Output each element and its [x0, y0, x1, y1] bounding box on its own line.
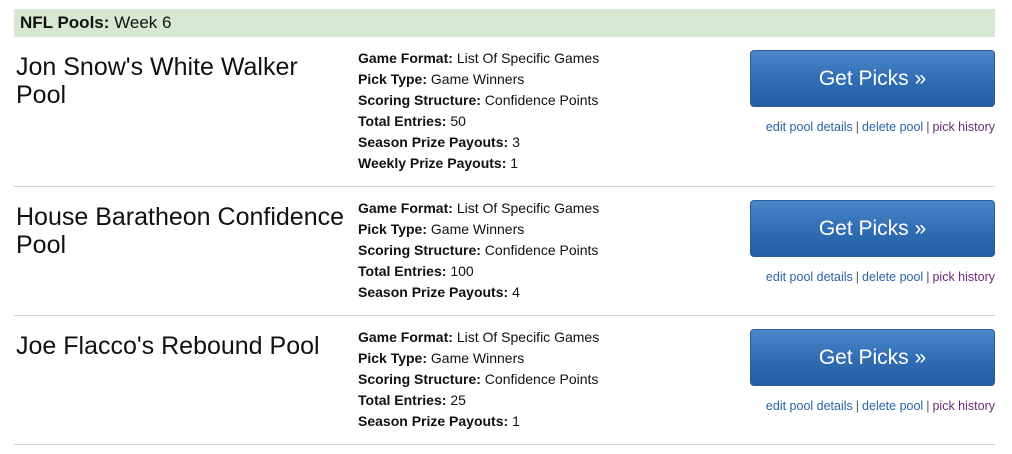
pools-header: NFL Pools: Week 6: [14, 9, 995, 37]
row-divider: [14, 444, 995, 445]
pool-name: Jon Snow's White Walker Pool: [16, 53, 298, 109]
pool-name: House Baratheon Confidence Pool: [16, 203, 345, 259]
detail-pick-type: Pick Type: Game Winners: [358, 221, 525, 237]
detail-total-entries: Total Entries: 25: [358, 392, 466, 408]
pick-history-link[interactable]: pick history: [932, 399, 995, 413]
detail-pick-type: Pick Type: Game Winners: [358, 71, 525, 87]
header-label: NFL Pools:: [20, 13, 110, 32]
detail-scoring-structure: Scoring Structure: Confidence Points: [358, 242, 599, 258]
pool-links: edit pool details | delete pool | pick histo…: [765, 270, 995, 284]
get-picks-button[interactable]: Get Picks »: [750, 50, 995, 107]
delete-pool-link[interactable]: delete pool: [862, 120, 923, 134]
pick-history-link[interactable]: pick history: [932, 120, 995, 134]
detail-scoring-structure: Scoring Structure: Confidence Points: [358, 371, 599, 387]
pool-details: Game Format: List Of Specific Games Pick…: [358, 198, 678, 303]
pool-details: Game Format: List Of Specific Games Pick…: [358, 327, 678, 432]
pool-links: edit pool details | delete pool | pick histo…: [765, 399, 995, 413]
header-week: Week 6: [114, 13, 172, 32]
detail-season-prize-payouts: Season Prize Payouts: 4: [358, 284, 520, 300]
detail-total-entries: Total Entries: 50: [358, 113, 466, 129]
edit-pool-details-link[interactable]: edit pool details: [766, 120, 853, 134]
detail-season-prize-payouts: Season Prize Payouts: 3: [358, 134, 520, 150]
pool-name: Joe Flacco's Rebound Pool: [16, 332, 320, 360]
delete-pool-link[interactable]: delete pool: [862, 270, 923, 284]
detail-season-prize-payouts: Season Prize Payouts: 1: [358, 413, 520, 429]
detail-weekly-prize-payouts: Weekly Prize Payouts: 1: [358, 155, 519, 171]
row-divider: [14, 315, 995, 316]
row-divider: [14, 186, 995, 187]
get-picks-button[interactable]: Get Picks »: [750, 200, 995, 257]
pick-history-link[interactable]: pick history: [932, 270, 995, 284]
pool-details: Game Format: List Of Specific Games Pick…: [358, 48, 678, 174]
detail-scoring-structure: Scoring Structure: Confidence Points: [358, 92, 599, 108]
edit-pool-details-link[interactable]: edit pool details: [766, 399, 853, 413]
detail-total-entries: Total Entries: 100: [358, 263, 474, 279]
detail-pick-type: Pick Type: Game Winners: [358, 350, 525, 366]
nfl-pools-page: NFL Pools: Week 6 Jon Snow's White Walke…: [0, 0, 1012, 454]
edit-pool-details-link[interactable]: edit pool details: [766, 270, 853, 284]
get-picks-button[interactable]: Get Picks »: [750, 329, 995, 386]
detail-game-format: Game Format: List Of Specific Games: [358, 200, 600, 216]
detail-game-format: Game Format: List Of Specific Games: [358, 329, 600, 345]
delete-pool-link[interactable]: delete pool: [862, 399, 923, 413]
detail-game-format: Game Format: List Of Specific Games: [358, 50, 600, 66]
pool-links: edit pool details | delete pool | pick histo…: [765, 120, 995, 134]
